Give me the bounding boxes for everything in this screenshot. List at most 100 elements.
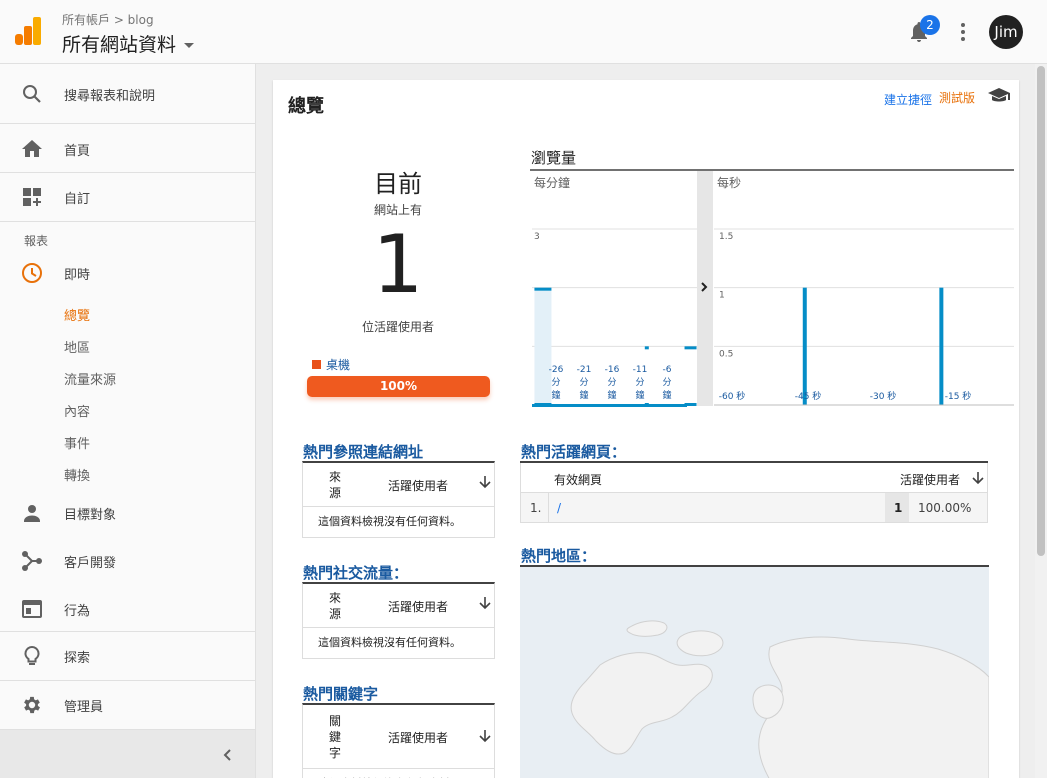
overview-card: 總覽 建立捷徑 測試版 目前 網站上有 1 位活躍使用者 桌機 100% 瀏覽量… bbox=[273, 80, 1019, 778]
x-tick-label: -26 bbox=[549, 365, 564, 375]
browser-window-icon bbox=[22, 600, 42, 618]
page-link[interactable]: / bbox=[557, 501, 561, 515]
collapse-chevron-icon[interactable] bbox=[222, 748, 232, 762]
sort-down-arrow-icon[interactable] bbox=[479, 596, 491, 610]
sidebar-item-custom[interactable]: 自訂 bbox=[0, 185, 255, 209]
chevron-down-icon bbox=[184, 42, 195, 48]
sidebar-search[interactable]: 搜尋報表和說明 bbox=[0, 82, 255, 106]
keywords-table: 關鍵字 活躍使用者 這個資料檢視沒有任何資料。 bbox=[302, 703, 495, 778]
more-vert-icon[interactable] bbox=[960, 22, 966, 42]
col-page[interactable]: 有效網頁 bbox=[554, 471, 602, 488]
y-tick-label: 3 bbox=[534, 232, 540, 242]
device-share-bar: 100% bbox=[307, 376, 490, 397]
sidebar: 搜尋報表和說明 首頁 自訂 報表 即時 總覽 地區 流量來源 內容 事件 轉換 … bbox=[0, 64, 256, 778]
x-tick-label: -11 bbox=[633, 365, 648, 375]
table-row[interactable]: 1. / 1 100.00% bbox=[520, 493, 988, 523]
sidebar-item-home[interactable]: 首頁 bbox=[0, 137, 255, 161]
now-label: 目前 bbox=[374, 170, 422, 198]
pageviews-title: 瀏覽量 bbox=[531, 149, 577, 167]
y-tick-label: 1 bbox=[719, 291, 725, 301]
baseline-bar bbox=[532, 404, 687, 407]
bar bbox=[684, 346, 697, 350]
sidebar-subitem-conversions[interactable]: 轉換 bbox=[64, 465, 90, 484]
divider bbox=[0, 172, 255, 173]
x-tick-label: 鐘 bbox=[551, 389, 560, 401]
table-header: 有效網頁 活躍使用者 bbox=[520, 463, 988, 493]
sort-down-arrow-icon[interactable] bbox=[479, 475, 491, 489]
col-keyword[interactable]: 關鍵字 bbox=[329, 713, 343, 761]
bar bbox=[939, 287, 944, 405]
x-tick-label: 鐘 bbox=[635, 389, 644, 401]
world-map-svg bbox=[570, 620, 989, 778]
y-tick-label: 1.5 bbox=[719, 232, 733, 242]
home-icon bbox=[22, 140, 42, 157]
sidebar-item-admin[interactable]: 管理員 bbox=[0, 693, 255, 717]
x-tick-label: 鐘 bbox=[607, 389, 616, 401]
sidebar-subitem-traffic-sources[interactable]: 流量來源 bbox=[64, 369, 116, 388]
divider bbox=[0, 631, 255, 632]
per-second-plot: 0.5 1 1.5 -60 秒 -45 秒 -30 秒 -15 秒 bbox=[714, 228, 1014, 406]
sidebar-subitem-content[interactable]: 內容 bbox=[64, 401, 90, 420]
row-count: 1 bbox=[894, 501, 903, 515]
table-header: 關鍵字 活躍使用者 bbox=[303, 705, 494, 769]
bar bbox=[644, 346, 649, 350]
sidebar-item-acquisition[interactable]: 客戶開發 bbox=[0, 549, 255, 573]
divider bbox=[0, 123, 255, 124]
avatar[interactable]: Jim bbox=[989, 15, 1023, 49]
world-map[interactable] bbox=[520, 565, 989, 778]
sidebar-item-label: 首頁 bbox=[64, 143, 91, 159]
property-selector[interactable]: 所有網站資料 bbox=[62, 30, 195, 57]
page-scrollbar[interactable] bbox=[1035, 64, 1047, 778]
x-tick-label: 分 bbox=[635, 377, 644, 388]
per-minute-label: 每分鐘 bbox=[534, 175, 570, 190]
graduation-cap-icon[interactable] bbox=[987, 87, 1011, 103]
top-pages-title: 熱門活躍網頁： bbox=[521, 443, 627, 461]
x-tick-label: -15 秒 bbox=[945, 390, 972, 402]
create-shortcut-link[interactable]: 建立捷徑 bbox=[884, 91, 932, 108]
acquisition-icon bbox=[22, 551, 42, 571]
sort-down-arrow-icon[interactable] bbox=[972, 471, 984, 485]
divider bbox=[548, 493, 549, 522]
sidebar-item-realtime[interactable]: 即時 bbox=[0, 261, 255, 285]
top-referrals-title: 熱門參照連結網址 bbox=[303, 443, 424, 461]
col-source[interactable]: 來源 bbox=[329, 590, 343, 622]
app-header: 所有帳戶 > blog 所有網站資料 2 Jim bbox=[0, 0, 1047, 64]
col-active-users[interactable]: 活躍使用者 bbox=[388, 598, 448, 615]
sidebar-item-behavior[interactable]: 行為 bbox=[0, 597, 255, 621]
empty-message: 這個資料檢視沒有任何資料。 bbox=[318, 515, 461, 528]
legend-swatch bbox=[312, 360, 321, 369]
x-tick-label: -16 bbox=[605, 365, 620, 375]
top-social-title: 熱門社交流量： bbox=[303, 564, 409, 582]
sidebar-subitem-locations[interactable]: 地區 bbox=[64, 337, 90, 356]
col-active-users[interactable]: 活躍使用者 bbox=[388, 729, 448, 746]
col-active-users[interactable]: 活躍使用者 bbox=[388, 477, 448, 494]
x-tick-label: -6 bbox=[663, 365, 672, 375]
breadcrumb[interactable]: 所有帳戶 > blog bbox=[62, 11, 154, 28]
sidebar-item-audience[interactable]: 目標對象 bbox=[0, 501, 255, 525]
x-tick-label: 分 bbox=[662, 377, 671, 388]
search-icon bbox=[23, 85, 41, 103]
divider bbox=[0, 221, 255, 222]
sidebar-item-label: 管理員 bbox=[64, 699, 104, 715]
top-keywords-title: 熱門關鍵字 bbox=[303, 685, 379, 703]
x-tick-label: -60 秒 bbox=[719, 390, 746, 402]
scrollbar-thumb[interactable] bbox=[1037, 66, 1045, 556]
x-tick-label: 鐘 bbox=[662, 389, 671, 401]
active-users-panel: 目前 網站上有 1 位活躍使用者 bbox=[308, 164, 488, 335]
pageviews-chart: 每分鐘 每秒 123-26分鐘-21分鐘-16分鐘-11分鐘-6分鐘 0.511… bbox=[530, 169, 1014, 409]
x-tick-label: 分 bbox=[551, 377, 560, 388]
reports-section-label: 報表 bbox=[24, 234, 49, 248]
col-active-users[interactable]: 活躍使用者 bbox=[900, 471, 960, 488]
sidebar-item-discover[interactable]: 探索 bbox=[0, 644, 255, 668]
beta-label: 測試版 bbox=[939, 91, 976, 105]
gear-icon bbox=[24, 696, 40, 714]
top-locations-title: 熱門地區： bbox=[521, 547, 597, 565]
sidebar-subitem-overview[interactable]: 總覽 bbox=[64, 305, 90, 324]
analytics-logo-icon[interactable] bbox=[15, 17, 41, 45]
device-label: 桌機 bbox=[326, 358, 351, 372]
col-source[interactable]: 來源 bbox=[329, 469, 343, 501]
top-pages-table: 有效網頁 活躍使用者 1. / 1 100.00% bbox=[520, 461, 988, 523]
sort-down-arrow-icon[interactable] bbox=[479, 729, 491, 743]
sidebar-subitem-events[interactable]: 事件 bbox=[64, 433, 90, 452]
social-table: 來源 活躍使用者 這個資料檢視沒有任何資料。 bbox=[302, 582, 495, 659]
